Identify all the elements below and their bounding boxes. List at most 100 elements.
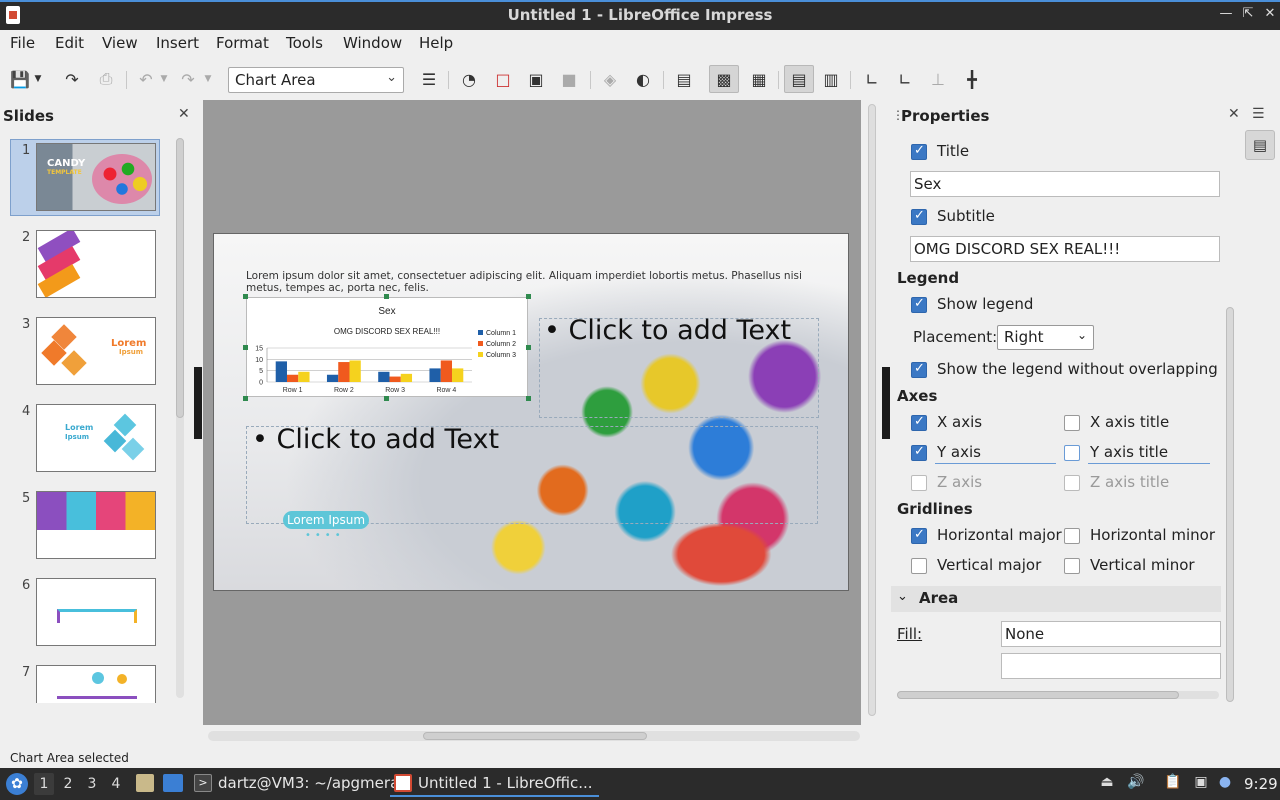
- workspace-3[interactable]: 3: [82, 776, 102, 792]
- properties-vertical-scrollbar[interactable]: [1225, 132, 1235, 702]
- slide-thumbnail-6[interactable]: [36, 578, 156, 646]
- selection-handle[interactable]: [526, 396, 531, 401]
- 3d-view-icon[interactable]: ◈: [598, 67, 622, 91]
- data-table-icon[interactable]: ◐: [631, 67, 655, 91]
- selection-handle[interactable]: [243, 294, 248, 299]
- eject-icon[interactable]: ⏏: [1098, 774, 1116, 792]
- all-axes-icon[interactable]: ╋: [960, 67, 984, 91]
- x-axis-icon[interactable]: ∟: [860, 67, 884, 91]
- menu-window[interactable]: Window: [343, 34, 402, 52]
- menu-tools[interactable]: Tools: [286, 34, 323, 52]
- properties-deck-icon[interactable]: ▤: [1245, 130, 1275, 160]
- slide-thumbnail-3[interactable]: Lorem Ipsum: [36, 317, 156, 385]
- sidebar-menu-icon[interactable]: ☰: [1252, 106, 1265, 122]
- vertical-grids-icon[interactable]: ▥: [819, 67, 843, 91]
- file-manager-icon[interactable]: [136, 774, 154, 792]
- slide-thumbnail-4[interactable]: Lorem Ipsum: [36, 404, 156, 472]
- slide-thumbnail-2[interactable]: [36, 230, 156, 298]
- chart-type-icon[interactable]: ◔: [457, 67, 481, 91]
- legend-no-overlap-checkbox[interactable]: [911, 361, 927, 378]
- fill-secondary-select[interactable]: [1001, 653, 1221, 679]
- x-axis-checkbox[interactable]: [911, 414, 927, 431]
- slide-thumbnail-7[interactable]: [36, 665, 156, 703]
- impress-task[interactable]: Untitled 1 - LibreOffic...: [390, 771, 599, 797]
- workspace-1[interactable]: 1: [34, 773, 54, 795]
- slides-scrollbar[interactable]: [176, 138, 184, 698]
- undo-dropdown-icon[interactable]: ▼: [158, 67, 170, 91]
- redo-dropdown-icon[interactable]: ▼: [202, 67, 214, 91]
- properties-horizontal-scrollbar[interactable]: [897, 691, 1219, 699]
- menu-insert[interactable]: Insert: [156, 34, 199, 52]
- z-axis-checkbox[interactable]: [911, 475, 927, 491]
- show-desktop-icon[interactable]: [163, 774, 183, 792]
- y-axis-icon[interactable]: ∟: [893, 67, 917, 91]
- title-checkbox[interactable]: [911, 143, 927, 160]
- show-legend-checkbox[interactable]: [911, 296, 927, 313]
- format-selection-icon[interactable]: ☰: [417, 67, 441, 91]
- placement-select[interactable]: Right ⌄: [997, 325, 1094, 350]
- chart-floor-icon[interactable]: ■: [557, 67, 581, 91]
- x-axis-title-checkbox[interactable]: [1064, 415, 1080, 431]
- close-icon[interactable]: ✕: [1262, 6, 1278, 21]
- undo-icon[interactable]: ↶: [134, 67, 158, 91]
- legend-icon[interactable]: ▦: [747, 67, 771, 91]
- slide-canvas[interactable]: Lorem ipsum dolor sit amet, consectetuer…: [213, 233, 849, 591]
- subtitle-input[interactable]: OMG DISCORD SEX REAL!!!: [910, 236, 1220, 262]
- y-axis-checkbox[interactable]: [911, 444, 927, 461]
- selection-handle[interactable]: [526, 294, 531, 299]
- selection-handle[interactable]: [526, 345, 531, 350]
- workspace-vertical-scrollbar[interactable]: [866, 100, 878, 720]
- maximize-icon[interactable]: ⇱: [1240, 6, 1256, 21]
- menu-help[interactable]: Help: [419, 34, 453, 52]
- selection-handle[interactable]: [384, 294, 389, 299]
- workspace-4[interactable]: 4: [106, 776, 126, 792]
- redo-icon[interactable]: ↷: [176, 67, 200, 91]
- volume-icon[interactable]: 🔊: [1127, 774, 1145, 792]
- chart-object[interactable]: Sex OMG DISCORD SEX REAL!!! 15 10 5 0 Row 1 Row…: [246, 297, 528, 397]
- close-icon[interactable]: ✕: [178, 106, 190, 122]
- chart-element-select[interactable]: Chart Area ⌄: [228, 67, 404, 93]
- area-section-header[interactable]: ⌄ Area: [891, 586, 1221, 612]
- selection-handle[interactable]: [384, 396, 389, 401]
- export-pdf-icon[interactable]: ↷: [60, 67, 84, 91]
- vertical-major-checkbox[interactable]: [911, 558, 927, 574]
- fill-select[interactable]: None: [1001, 621, 1221, 647]
- horizontal-major-checkbox[interactable]: [911, 527, 927, 544]
- terminal-task[interactable]: > dartz@VM3: ~/apgmera: [190, 771, 405, 797]
- slide-thumbnail-5[interactable]: [36, 491, 156, 559]
- slides-panel-collapse-handle[interactable]: [194, 367, 202, 439]
- menu-file[interactable]: File: [10, 34, 35, 52]
- menu-view[interactable]: View: [102, 34, 138, 52]
- selection-handle[interactable]: [243, 396, 248, 401]
- legend-on-off-icon[interactable]: ▩: [709, 65, 739, 93]
- chart-title-icon[interactable]: ▤: [672, 67, 696, 91]
- gridlines-section-title: Gridlines: [897, 500, 973, 518]
- menu-format[interactable]: Format: [216, 34, 269, 52]
- horizontal-minor-checkbox[interactable]: [1064, 528, 1080, 544]
- show-legend-label: Show legend: [937, 295, 1034, 313]
- chart-area-icon[interactable]: ▣: [524, 67, 548, 91]
- network-icon[interactable]: ▣: [1192, 774, 1210, 792]
- subtitle-checkbox[interactable]: [911, 208, 927, 225]
- z-axis-title-checkbox[interactable]: [1064, 475, 1080, 491]
- workspace-2[interactable]: 2: [58, 776, 78, 792]
- vertical-minor-checkbox[interactable]: [1064, 558, 1080, 574]
- notification-icon[interactable]: ●: [1216, 774, 1234, 792]
- save-icon[interactable]: 💾: [8, 67, 32, 91]
- chart-wall-icon[interactable]: □: [491, 67, 515, 91]
- y-axis-title-checkbox[interactable]: [1064, 445, 1080, 461]
- menu-edit[interactable]: Edit: [55, 34, 84, 52]
- minimize-icon[interactable]: —: [1218, 6, 1234, 21]
- selection-handle[interactable]: [243, 345, 248, 350]
- slide-thumbnail-1[interactable]: CANDY TEMPLATE: [36, 143, 156, 211]
- clipboard-icon[interactable]: 📋: [1164, 774, 1182, 792]
- horizontal-grids-icon[interactable]: ▤: [784, 65, 814, 93]
- start-menu-icon[interactable]: ✿: [6, 773, 28, 795]
- sidebar-collapse-handle[interactable]: [882, 367, 890, 439]
- title-input[interactable]: Sex: [910, 171, 1220, 197]
- save-dropdown-icon[interactable]: ▼: [32, 67, 44, 91]
- vertical-major-label: Vertical major: [937, 556, 1042, 574]
- print-icon[interactable]: ⎙: [94, 67, 118, 91]
- workspace-horizontal-scrollbar[interactable]: [208, 731, 860, 741]
- z-axis-icon[interactable]: ⊥: [926, 67, 950, 91]
